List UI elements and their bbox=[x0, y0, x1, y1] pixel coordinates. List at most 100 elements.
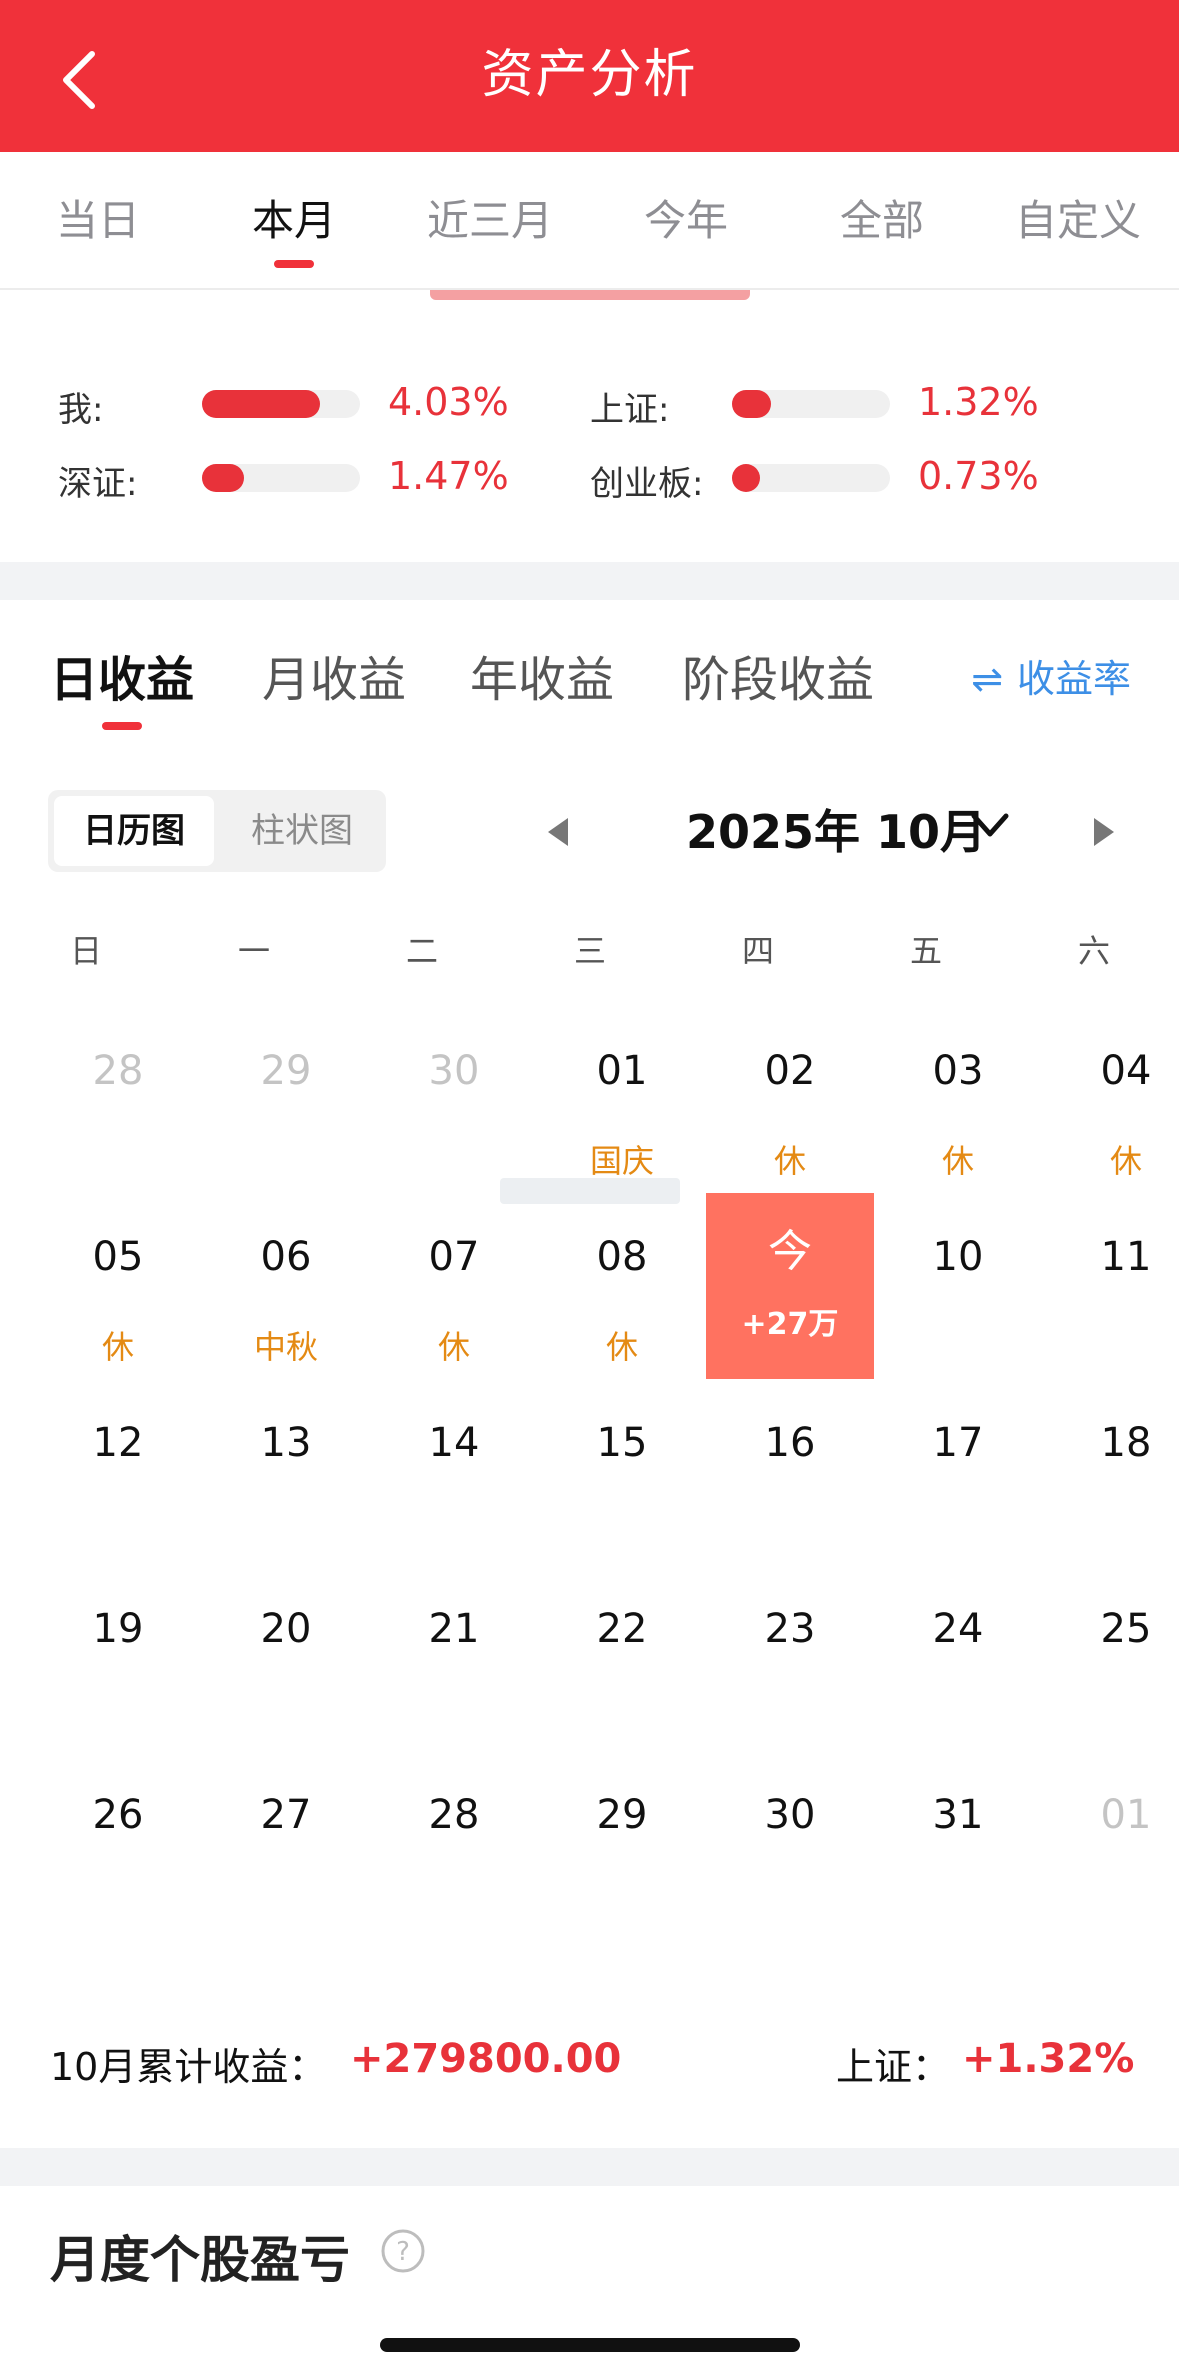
holiday-label: 休 bbox=[773, 1142, 806, 1180]
calendar-day[interactable]: 18 bbox=[1042, 1394, 1179, 1580]
day-number: 30 bbox=[764, 1792, 816, 1838]
tab-monthly-income[interactable]: 月收益 bbox=[262, 640, 406, 710]
tab-today[interactable]: 当日 bbox=[0, 152, 196, 290]
weekday-wed: 三 bbox=[573, 932, 606, 970]
weekday-sun: 日 bbox=[69, 932, 102, 970]
day-number: 26 bbox=[92, 1792, 144, 1838]
calendar-day[interactable]: 23 bbox=[706, 1580, 874, 1766]
calendar-day[interactable]: 31 bbox=[874, 1766, 1042, 1952]
calendar-day[interactable]: 30 bbox=[706, 1766, 874, 1952]
calendar-day[interactable]: 10 bbox=[874, 1208, 1042, 1394]
compare-fill bbox=[202, 464, 244, 492]
calendar-day[interactable]: 03 休 bbox=[874, 1022, 1042, 1208]
svg-text:?: ? bbox=[396, 2237, 410, 2267]
calendar-day[interactable]: 24 bbox=[874, 1580, 1042, 1766]
day-number: 24 bbox=[932, 1606, 984, 1652]
compare-label-me: 我: bbox=[58, 390, 104, 430]
calendar-day[interactable]: 28 bbox=[370, 1766, 538, 1952]
calendar-day[interactable]: 19 bbox=[34, 1580, 202, 1766]
calendar-day[interactable]: 07 休 bbox=[370, 1208, 538, 1394]
day-number: 16 bbox=[764, 1420, 816, 1466]
day-number: 20 bbox=[260, 1606, 312, 1652]
page-title: 资产分析 bbox=[481, 45, 698, 105]
monthly-total-label: 10月累计收益： bbox=[50, 2045, 327, 2089]
day-number: 13 bbox=[260, 1420, 312, 1466]
tab-yearly-income[interactable]: 年收益 bbox=[470, 640, 614, 710]
tab-custom[interactable]: 自定义 bbox=[980, 152, 1176, 290]
day-number: 15 bbox=[596, 1420, 648, 1466]
day-number: 29 bbox=[260, 1048, 312, 1094]
month-selector[interactable]: 2025年 10月 bbox=[686, 796, 986, 862]
rate-toggle-button[interactable]: ⇌ 收益率 bbox=[971, 648, 1131, 703]
day-number: 05 bbox=[92, 1234, 144, 1280]
calendar-day[interactable]: 05 休 bbox=[34, 1208, 202, 1394]
swap-arrows-icon: ⇌ bbox=[971, 657, 1003, 701]
active-tab-indicator bbox=[274, 260, 314, 268]
calendar-day[interactable]: 17 bbox=[874, 1394, 1042, 1580]
holiday-label: 休 bbox=[941, 1142, 974, 1180]
day-number: 28 bbox=[92, 1048, 144, 1094]
day-number: 29 bbox=[596, 1792, 648, 1838]
day-number: 07 bbox=[428, 1234, 480, 1280]
holiday-label: 休 bbox=[101, 1328, 134, 1366]
day-number: 31 bbox=[932, 1792, 984, 1838]
tab-this-year[interactable]: 今年 bbox=[588, 152, 784, 290]
app-header: 资产分析 bbox=[0, 0, 1179, 152]
tab-period-income[interactable]: 阶段收益 bbox=[682, 640, 874, 710]
day-income: +27万 bbox=[741, 1307, 839, 1342]
day-number: 03 bbox=[932, 1048, 984, 1094]
compare-value-shenzhen: 1.47% bbox=[388, 454, 509, 498]
calendar-day[interactable]: 25 bbox=[1042, 1580, 1179, 1766]
tab-all[interactable]: 全部 bbox=[784, 152, 980, 290]
calendar-day[interactable]: 21 bbox=[370, 1580, 538, 1766]
weekday-thu: 四 bbox=[741, 932, 774, 970]
tab-daily-income[interactable]: 日收益 bbox=[50, 640, 194, 710]
calendar-day[interactable]: 30 bbox=[370, 1022, 538, 1208]
compare-fill bbox=[202, 390, 320, 418]
calendar-day[interactable]: 06 中秋 bbox=[202, 1208, 370, 1394]
calendar-day[interactable]: 02 休 bbox=[706, 1022, 874, 1208]
calendar-day[interactable]: 22 bbox=[538, 1580, 706, 1766]
calendar-day[interactable]: 26 bbox=[34, 1766, 202, 1952]
calendar-day[interactable]: 27 bbox=[202, 1766, 370, 1952]
calendar-day[interactable]: 11 bbox=[1042, 1208, 1179, 1394]
calendar-day[interactable]: 14 bbox=[370, 1394, 538, 1580]
compare-value-chinext: 0.73% bbox=[918, 454, 1039, 498]
rate-toggle-label: 收益率 bbox=[1016, 657, 1131, 701]
calendar-day[interactable]: 16 bbox=[706, 1394, 874, 1580]
tab-three-months[interactable]: 近三月 bbox=[392, 152, 588, 290]
day-number: 18 bbox=[1100, 1420, 1152, 1466]
day-number: 19 bbox=[92, 1606, 144, 1652]
day-number: 12 bbox=[92, 1420, 144, 1466]
calendar-day[interactable]: 28 bbox=[34, 1022, 202, 1208]
income-tab-indicator bbox=[102, 722, 142, 730]
day-number: 06 bbox=[260, 1234, 312, 1280]
calendar-day[interactable]: 29 bbox=[538, 1766, 706, 1952]
calendar-day-today[interactable]: 今 +27万 bbox=[706, 1193, 874, 1379]
help-icon[interactable]: ? bbox=[380, 2228, 426, 2274]
calendar-day[interactable]: 04 休 bbox=[1042, 1022, 1179, 1208]
calendar-day[interactable]: 13 bbox=[202, 1394, 370, 1580]
calendar-day[interactable]: 15 bbox=[538, 1394, 706, 1580]
calendar-day[interactable]: 01 国庆 bbox=[538, 1022, 706, 1208]
calendar-day[interactable]: 08 休 bbox=[538, 1208, 706, 1394]
calendar-day[interactable]: 29 bbox=[202, 1022, 370, 1208]
day-number: 10 bbox=[932, 1234, 984, 1280]
prev-month-icon[interactable] bbox=[538, 812, 578, 852]
shanghai-index-label: 上证： bbox=[836, 2045, 951, 2089]
next-month-icon[interactable] bbox=[1084, 812, 1124, 852]
calendar-day[interactable]: 12 bbox=[34, 1394, 202, 1580]
home-indicator bbox=[380, 2338, 800, 2352]
chevron-down-icon[interactable] bbox=[968, 808, 1012, 844]
compare-bar-chinext bbox=[732, 464, 890, 492]
day-number: 25 bbox=[1100, 1606, 1152, 1652]
calendar-view-button[interactable]: 日历图 bbox=[54, 796, 214, 866]
day-number: 22 bbox=[596, 1606, 648, 1652]
bar-view-button[interactable]: 柱状图 bbox=[224, 796, 380, 866]
compare-label-shenzhen: 深证: bbox=[58, 464, 138, 504]
monthly-total-value: +279800.00 bbox=[350, 2036, 622, 2082]
tab-this-month[interactable]: 本月 bbox=[196, 152, 392, 290]
day-number: 01 bbox=[1100, 1792, 1152, 1838]
calendar-day[interactable]: 01 bbox=[1042, 1766, 1179, 1952]
calendar-day[interactable]: 20 bbox=[202, 1580, 370, 1766]
